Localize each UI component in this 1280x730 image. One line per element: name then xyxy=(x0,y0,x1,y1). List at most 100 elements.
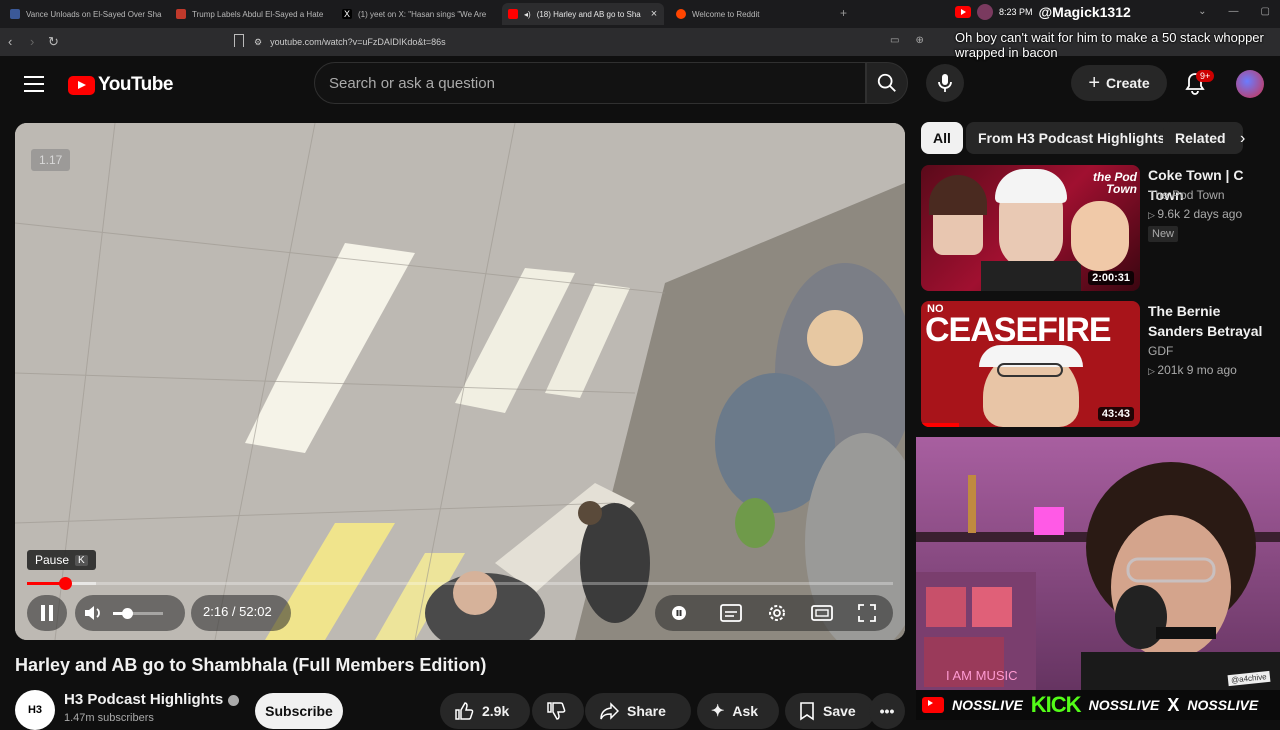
microphone-icon xyxy=(938,74,952,92)
minimize-icon[interactable]: — xyxy=(1229,6,1239,17)
search-button[interactable] xyxy=(866,62,908,104)
voice-search-button[interactable] xyxy=(926,64,964,102)
speaker-icon: ◂) xyxy=(524,9,531,19)
youtube-play-icon xyxy=(68,75,95,95)
subscriber-count: 1.47m subscribers xyxy=(64,712,154,724)
wall-sign: I AM MUSIC xyxy=(946,668,1018,683)
settings-button[interactable] xyxy=(765,601,789,625)
browser-tab[interactable]: Welcome to Reddit xyxy=(670,3,830,25)
recommendation-title[interactable]: The Bernie Sanders Betrayal xyxy=(1148,301,1278,341)
recommendation-item[interactable]: NO CEASEFIRE 43:43 The Bernie Sanders Be… xyxy=(921,301,1280,427)
video-thumbnail[interactable]: NO CEASEFIRE 43:43 xyxy=(921,301,1140,427)
youtube-logo-text: YouTube xyxy=(98,74,173,95)
tab-title: Welcome to Reddit xyxy=(692,9,760,19)
browser-tab[interactable]: Trump Labels Abdul El-Sayed a Hate xyxy=(170,3,330,25)
search-icon xyxy=(877,73,896,92)
user-avatar[interactable] xyxy=(1236,70,1264,98)
recommendation-channel[interactable]: GDF xyxy=(1148,342,1173,360)
forward-icon[interactable]: › xyxy=(30,34,34,49)
thumbs-up-icon xyxy=(455,702,474,720)
pause-tooltip: Pause K xyxy=(27,550,96,570)
site-info-icon[interactable]: ⚙ xyxy=(254,37,262,48)
subscribe-button[interactable]: Subscribe xyxy=(255,693,343,729)
browser-tab-active[interactable]: ◂) (18) Harley and AB go to Sha × xyxy=(502,3,664,25)
autoplay-toggle[interactable] xyxy=(667,601,691,625)
fullscreen-button[interactable] xyxy=(855,601,879,625)
play-icon: ▷ xyxy=(1148,366,1158,376)
window-controls: ⌄ — ▢ xyxy=(1198,6,1270,17)
recommendation-stats: ▷ 201k 9 mo ago xyxy=(1148,361,1237,380)
menu-icon[interactable] xyxy=(24,76,44,92)
stats-text: 201k 9 mo ago xyxy=(1157,363,1237,377)
volume-slider[interactable] xyxy=(113,608,163,619)
subtitles-icon xyxy=(720,604,742,622)
channel-name-text: H3 Podcast Highlights xyxy=(64,691,224,708)
tab-favicon xyxy=(10,9,20,19)
ask-button[interactable]: ✦ Ask xyxy=(697,693,779,729)
share-button[interactable]: Share xyxy=(585,693,691,729)
overlay-youtube-handle: NOSSLIVE xyxy=(952,697,1023,713)
create-button[interactable]: + Create xyxy=(1071,65,1167,101)
chip-from-channel[interactable]: From H3 Podcast Highlights xyxy=(966,122,1178,154)
chip-related[interactable]: Related xyxy=(1163,122,1243,154)
close-tab-icon[interactable]: × xyxy=(651,8,657,20)
reload-icon[interactable]: ↻ xyxy=(48,34,59,50)
like-button[interactable]: 2.9k xyxy=(440,693,530,729)
overlay-kick-handle: NOSSLIVE xyxy=(1088,697,1160,713)
zoom-icon[interactable]: ⊕ xyxy=(915,35,923,46)
fullscreen-icon xyxy=(858,604,876,622)
more-icon: ••• xyxy=(879,703,895,719)
video-player[interactable]: 1.17 Pause K 2:16 / 52:02 xyxy=(15,123,905,640)
chat-username: @Magick1312 xyxy=(1038,4,1131,20)
chat-time: 8:23 PM xyxy=(999,7,1033,17)
channel-avatar[interactable]: H3 xyxy=(15,690,55,730)
browser-tab[interactable]: X (1) yeet on X: "Hasan sings "We Are xyxy=(336,3,496,25)
theater-mode-button[interactable] xyxy=(810,601,834,625)
new-tab-icon[interactable]: + xyxy=(840,6,847,20)
channel-row: H3 H3 Podcast Highlights 1.47m subscribe… xyxy=(15,688,905,730)
url-bar[interactable]: ⚙ youtube.com/watch?v=uFzDAIDIKdo&t=86s xyxy=(254,32,894,52)
x-logo-icon: X xyxy=(1167,694,1180,715)
recommendation-stats: ▷ 9.6k 2 days ago xyxy=(1148,205,1242,224)
more-actions-button[interactable]: ••• xyxy=(869,693,905,729)
stats-text: 9.6k 2 days ago xyxy=(1157,207,1243,221)
autoplay-icon xyxy=(672,606,686,620)
video-duration: 2:00:31 xyxy=(1088,271,1134,285)
cast-icon[interactable]: ▭ xyxy=(890,35,899,46)
chevron-down-icon[interactable]: ⌄ xyxy=(1198,6,1206,17)
back-icon[interactable]: ‹ xyxy=(8,34,12,49)
bookmark-save-icon xyxy=(800,702,814,721)
share-icon xyxy=(600,702,619,720)
maximize-icon[interactable]: ▢ xyxy=(1261,6,1270,17)
subtitles-button[interactable] xyxy=(719,601,743,625)
ask-label: Ask xyxy=(732,703,759,719)
share-label: Share xyxy=(627,703,666,719)
progress-bar[interactable] xyxy=(27,577,893,590)
theater-icon xyxy=(811,605,833,621)
dislike-button[interactable] xyxy=(532,693,584,729)
browser-tab[interactable]: Vance Unloads on El-Sayed Over Sha xyxy=(4,3,164,25)
youtube-icon xyxy=(955,6,971,18)
play-pause-button[interactable] xyxy=(27,595,67,631)
new-badge: New xyxy=(1148,226,1179,242)
scrubber-handle[interactable] xyxy=(59,577,73,590)
chat-avatar xyxy=(977,4,993,20)
tab-title: Vance Unloads on El-Sayed Over Sha xyxy=(26,9,162,19)
save-button[interactable]: Save xyxy=(785,693,875,729)
chevron-right-icon[interactable]: › xyxy=(1240,130,1245,148)
plus-icon: + xyxy=(1088,71,1101,94)
volume-control[interactable] xyxy=(75,595,185,631)
sparkle-icon: ✦ xyxy=(711,703,725,720)
chip-all[interactable]: All xyxy=(921,122,963,154)
thumbs-down-icon xyxy=(547,702,566,720)
x-logo-icon: X xyxy=(342,9,352,19)
search-input[interactable]: Search or ask a question xyxy=(314,62,866,104)
youtube-logo[interactable]: YouTube xyxy=(68,74,173,96)
channel-name[interactable]: H3 Podcast Highlights xyxy=(64,691,240,708)
recommendation-channel[interactable]: The Pod Town xyxy=(1148,186,1225,204)
playback-speed-indicator: 1.17 xyxy=(31,149,71,171)
pause-icon xyxy=(41,605,53,621)
video-thumbnail[interactable]: the Pod Town 2:00:31 xyxy=(921,165,1140,291)
recommendation-item[interactable]: the Pod Town 2:00:31 Coke Town | C Town … xyxy=(921,165,1280,291)
bookmark-icon[interactable] xyxy=(234,34,244,47)
